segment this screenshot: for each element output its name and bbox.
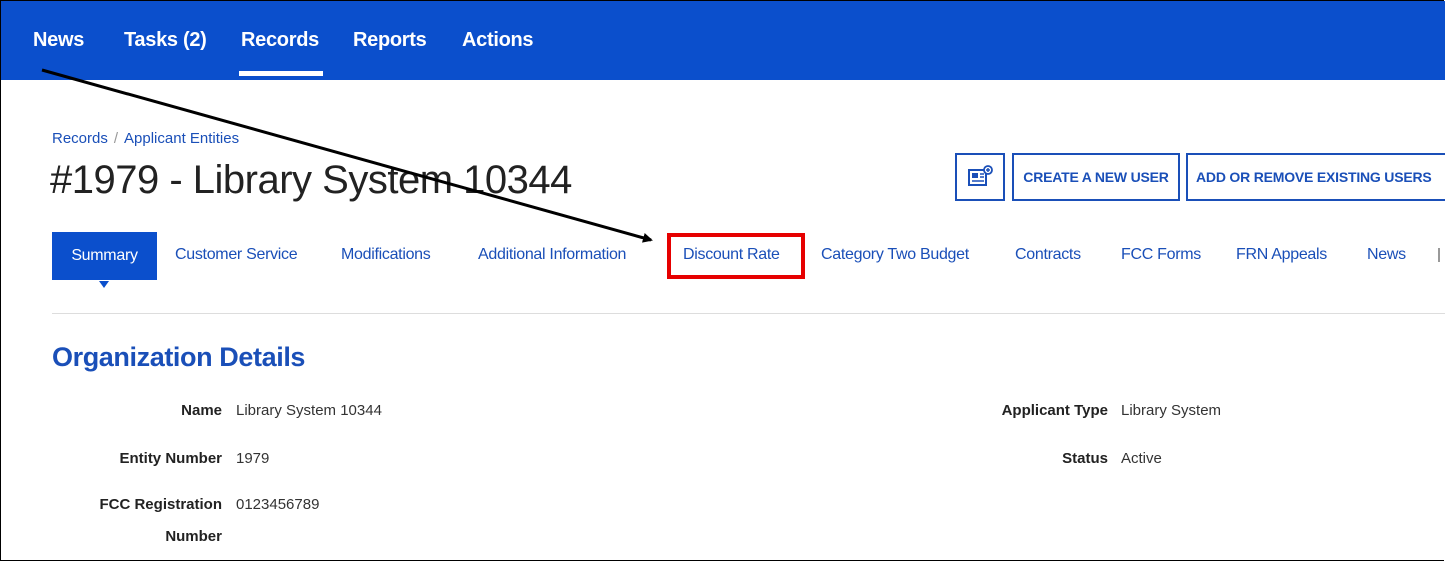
tab-contracts[interactable]: Contracts: [1015, 246, 1081, 264]
discount-rate-highlight-box: [667, 233, 805, 279]
add-remove-users-button[interactable]: ADD OR REMOVE EXISTING USERS: [1186, 153, 1445, 201]
applicant-type-value: Library System: [1121, 402, 1222, 419]
tabs-divider: [52, 313, 1445, 314]
entity-number-label: Entity Number: [119, 450, 222, 467]
name-label: Name: [181, 402, 222, 419]
breadcrumb-separator: /: [113, 130, 119, 147]
tab-modifications[interactable]: Modifications: [341, 246, 431, 264]
tab-category-two-budget[interactable]: Category Two Budget: [821, 246, 969, 264]
tab-overflow-edge: [1438, 248, 1445, 262]
news-icon-button[interactable]: [955, 153, 1005, 201]
nav-records[interactable]: Records: [239, 29, 323, 76]
applicant-type-label: Applicant Type: [1001, 402, 1108, 419]
nav-actions[interactable]: Actions: [462, 29, 534, 52]
tab-customer-service[interactable]: Customer Service: [175, 246, 298, 264]
breadcrumb-records[interactable]: Records: [52, 130, 108, 147]
top-nav: News Tasks (2) Records Reports Actions: [1, 1, 1445, 80]
page-title: #1979 - Library System 10344: [50, 158, 572, 202]
fcc-registration-value: 0123456789: [236, 496, 320, 513]
status-label: Status: [1062, 450, 1108, 467]
newspaper-plus-icon: [968, 165, 993, 186]
tab-summary-label: Summary: [71, 247, 138, 264]
name-value: Library System 10344: [236, 402, 382, 419]
fcc-registration-label-line1: FCC Registration: [99, 496, 222, 513]
breadcrumb-applicant-entities[interactable]: Applicant Entities: [124, 130, 239, 147]
create-new-user-button[interactable]: CREATE A NEW USER: [1012, 153, 1180, 201]
nav-reports[interactable]: Reports: [353, 29, 427, 52]
status-value: Active: [1121, 450, 1162, 467]
nav-news[interactable]: News: [33, 29, 84, 52]
nav-tasks[interactable]: Tasks (2): [124, 29, 207, 52]
tab-news[interactable]: News: [1367, 246, 1406, 264]
fcc-registration-label-line2: Number: [165, 528, 222, 545]
entity-number-value: 1979: [236, 450, 270, 467]
breadcrumb: Records / Applicant Entities: [52, 130, 239, 147]
tab-additional-information[interactable]: Additional Information: [478, 246, 626, 264]
section-title: Organization Details: [52, 342, 306, 372]
tab-fcc-forms[interactable]: FCC Forms: [1121, 246, 1201, 264]
tab-frn-appeals[interactable]: FRN Appeals: [1236, 246, 1327, 264]
caret-down-icon: [99, 281, 109, 288]
tab-summary[interactable]: Summary: [52, 232, 157, 288]
screenshot-frame: [0, 0, 1444, 561]
